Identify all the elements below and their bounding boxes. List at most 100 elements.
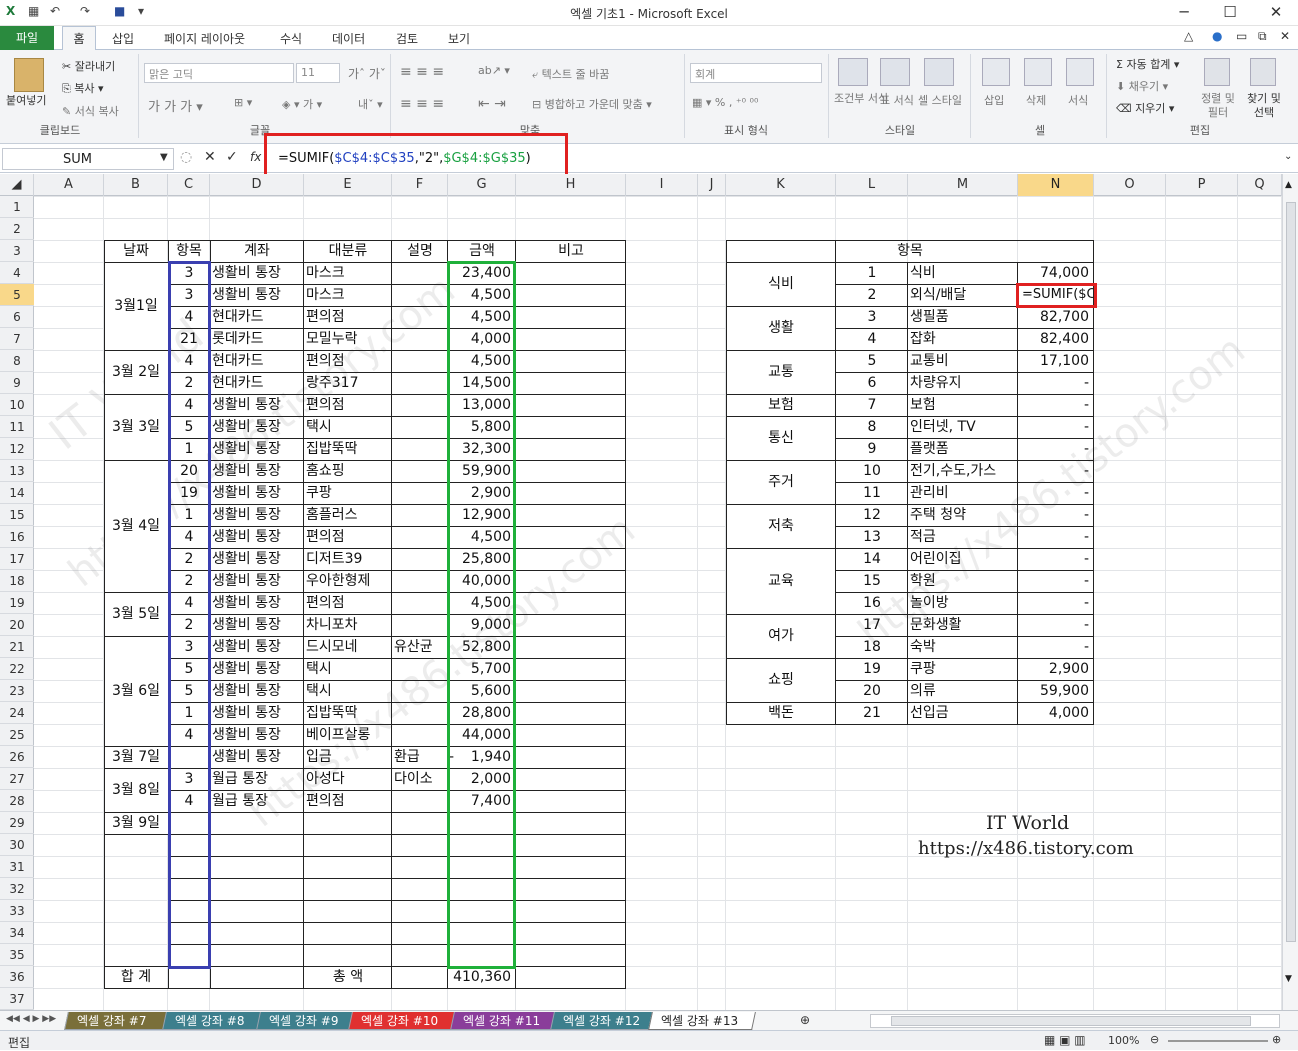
account-cell[interactable]: 생활비 통장 bbox=[210, 526, 304, 548]
sum-cell[interactable]: 74,000 bbox=[1018, 262, 1094, 284]
description-cell[interactable] bbox=[392, 548, 448, 570]
item-name-cell[interactable]: 관리비 bbox=[908, 482, 1018, 504]
code-cell[interactable]: 21 bbox=[836, 702, 908, 724]
sum-cell[interactable]: - bbox=[1018, 592, 1094, 614]
sum-cell[interactable]: - bbox=[1018, 526, 1094, 548]
sum-cell[interactable]: - bbox=[1018, 438, 1094, 460]
account-cell[interactable]: 현대카드 bbox=[210, 350, 304, 372]
account-cell[interactable]: 생활비 통장 bbox=[210, 394, 304, 416]
item-name-cell[interactable]: 어린이집 bbox=[908, 548, 1018, 570]
category-cell[interactable]: 차니포차 bbox=[304, 614, 392, 636]
code-cell[interactable]: 1 bbox=[836, 262, 908, 284]
zoom-in-icon[interactable]: ⊕ bbox=[1272, 1033, 1281, 1046]
table-header[interactable]: 금액 bbox=[448, 240, 516, 262]
group-cell[interactable]: 쇼핑 bbox=[726, 658, 836, 702]
description-cell[interactable] bbox=[392, 592, 448, 614]
table-header[interactable]: 비고 bbox=[516, 240, 626, 262]
category-cell[interactable]: 편의점 bbox=[304, 592, 392, 614]
new-sheet-icon[interactable]: ⊕ bbox=[800, 1013, 810, 1027]
horizontal-scrollbar-thumb[interactable] bbox=[891, 1016, 1251, 1026]
date-cell[interactable]: 3월 7일 bbox=[104, 746, 168, 768]
code-cell[interactable]: 3 bbox=[836, 306, 908, 328]
account-cell[interactable]: 월급 통장 bbox=[210, 768, 304, 790]
vertical-scrollbar[interactable]: ▲ ▼ bbox=[1282, 174, 1298, 1010]
account-cell[interactable]: 현대카드 bbox=[210, 372, 304, 394]
category-cell[interactable]: 집밥뚝딱 bbox=[304, 702, 392, 724]
code-cell[interactable]: 20 bbox=[836, 680, 908, 702]
sheet-tab-active[interactable]: 엑셀 강좌 #13 bbox=[648, 1012, 756, 1030]
category-cell[interactable]: 편의점 bbox=[304, 526, 392, 548]
description-cell[interactable] bbox=[392, 570, 448, 592]
item-name-cell[interactable]: 쿠팡 bbox=[908, 658, 1018, 680]
description-cell[interactable] bbox=[392, 262, 448, 284]
group-cell[interactable]: 보험 bbox=[726, 394, 836, 416]
date-cell[interactable]: 3월 5일 bbox=[104, 592, 168, 636]
sheet-tab[interactable]: 엑셀 강좌 #10 bbox=[348, 1012, 460, 1030]
table-header[interactable]: 날짜 bbox=[104, 240, 168, 262]
date-cell[interactable]: 3월 2일 bbox=[104, 350, 168, 394]
account-cell[interactable]: 롯데카드 bbox=[210, 328, 304, 350]
group-cell[interactable]: 교육 bbox=[726, 548, 836, 614]
group-cell[interactable]: 여가 bbox=[726, 614, 836, 658]
code-cell[interactable]: 9 bbox=[836, 438, 908, 460]
code-cell[interactable]: 6 bbox=[836, 372, 908, 394]
sum-cell[interactable]: - bbox=[1018, 548, 1094, 570]
category-cell[interactable]: 랑주317 bbox=[304, 372, 392, 394]
item-name-cell[interactable]: 놀이방 bbox=[908, 592, 1018, 614]
horizontal-scrollbar[interactable] bbox=[870, 1014, 1280, 1028]
zoom-out-icon[interactable]: ⊖ bbox=[1150, 1033, 1159, 1046]
account-cell[interactable]: 현대카드 bbox=[210, 306, 304, 328]
item-name-cell[interactable]: 교통비 bbox=[908, 350, 1018, 372]
sum-cell[interactable]: - bbox=[1018, 482, 1094, 504]
category-cell[interactable]: 아성다 bbox=[304, 768, 392, 790]
sheet-tab[interactable]: 엑셀 강좌 #11 bbox=[450, 1012, 560, 1030]
account-cell[interactable]: 생활비 통장 bbox=[210, 482, 304, 504]
item-name-cell[interactable]: 의류 bbox=[908, 680, 1018, 702]
account-cell[interactable]: 생활비 통장 bbox=[210, 746, 304, 768]
description-cell[interactable] bbox=[392, 284, 448, 306]
account-cell[interactable]: 생활비 통장 bbox=[210, 460, 304, 482]
category-cell[interactable]: 마스크 bbox=[304, 262, 392, 284]
description-cell[interactable] bbox=[392, 614, 448, 636]
description-cell[interactable] bbox=[392, 680, 448, 702]
account-cell[interactable]: 생활비 통장 bbox=[210, 658, 304, 680]
item-name-cell[interactable]: 숙박 bbox=[908, 636, 1018, 658]
account-cell[interactable]: 생활비 통장 bbox=[210, 504, 304, 526]
category-cell[interactable]: 마스크 bbox=[304, 284, 392, 306]
view-buttons-icons[interactable]: ▦ ▣ ▥ bbox=[1044, 1033, 1086, 1047]
code-cell[interactable]: 13 bbox=[836, 526, 908, 548]
group-cell[interactable]: 교통 bbox=[726, 350, 836, 394]
item-name-cell[interactable]: 학원 bbox=[908, 570, 1018, 592]
item-name-cell[interactable]: 적금 bbox=[908, 526, 1018, 548]
sum-cell[interactable]: - bbox=[1018, 460, 1094, 482]
category-cell[interactable]: 편의점 bbox=[304, 350, 392, 372]
code-cell[interactable]: 19 bbox=[836, 658, 908, 680]
group-cell[interactable]: 백돈 bbox=[726, 702, 836, 724]
description-cell[interactable] bbox=[392, 306, 448, 328]
category-cell[interactable]: 모밀누락 bbox=[304, 328, 392, 350]
description-cell[interactable] bbox=[392, 658, 448, 680]
zoom-level[interactable]: 100% bbox=[1108, 1034, 1139, 1047]
item-name-cell[interactable]: 차량유지 bbox=[908, 372, 1018, 394]
date-cell[interactable]: 3월 9일 bbox=[104, 812, 168, 834]
description-cell[interactable] bbox=[392, 350, 448, 372]
sum-cell[interactable]: - bbox=[1018, 614, 1094, 636]
category-cell[interactable]: 쿠팡 bbox=[304, 482, 392, 504]
description-cell[interactable] bbox=[392, 438, 448, 460]
total-label[interactable]: 합 계 bbox=[104, 966, 168, 988]
code-cell[interactable]: 5 bbox=[836, 350, 908, 372]
category-cell[interactable]: 홈쇼핑 bbox=[304, 460, 392, 482]
sheet-tab[interactable]: 엑셀 강좌 #12 bbox=[550, 1012, 658, 1030]
category-cell[interactable]: 디저트39 bbox=[304, 548, 392, 570]
sum-cell[interactable]: 82,700 bbox=[1018, 306, 1094, 328]
sum-cell[interactable]: - bbox=[1018, 416, 1094, 438]
sum-cell[interactable]: 59,900 bbox=[1018, 680, 1094, 702]
code-cell[interactable]: 11 bbox=[836, 482, 908, 504]
date-cell[interactable]: 3월 3일 bbox=[104, 394, 168, 460]
item-name-cell[interactable]: 외식/배달 bbox=[908, 284, 1018, 306]
description-cell[interactable] bbox=[392, 526, 448, 548]
category-cell[interactable]: 드시모네 bbox=[304, 636, 392, 658]
item-name-cell[interactable]: 보험 bbox=[908, 394, 1018, 416]
code-cell[interactable]: 7 bbox=[836, 394, 908, 416]
item-name-cell[interactable]: 전기,수도,가스 bbox=[908, 460, 1018, 482]
